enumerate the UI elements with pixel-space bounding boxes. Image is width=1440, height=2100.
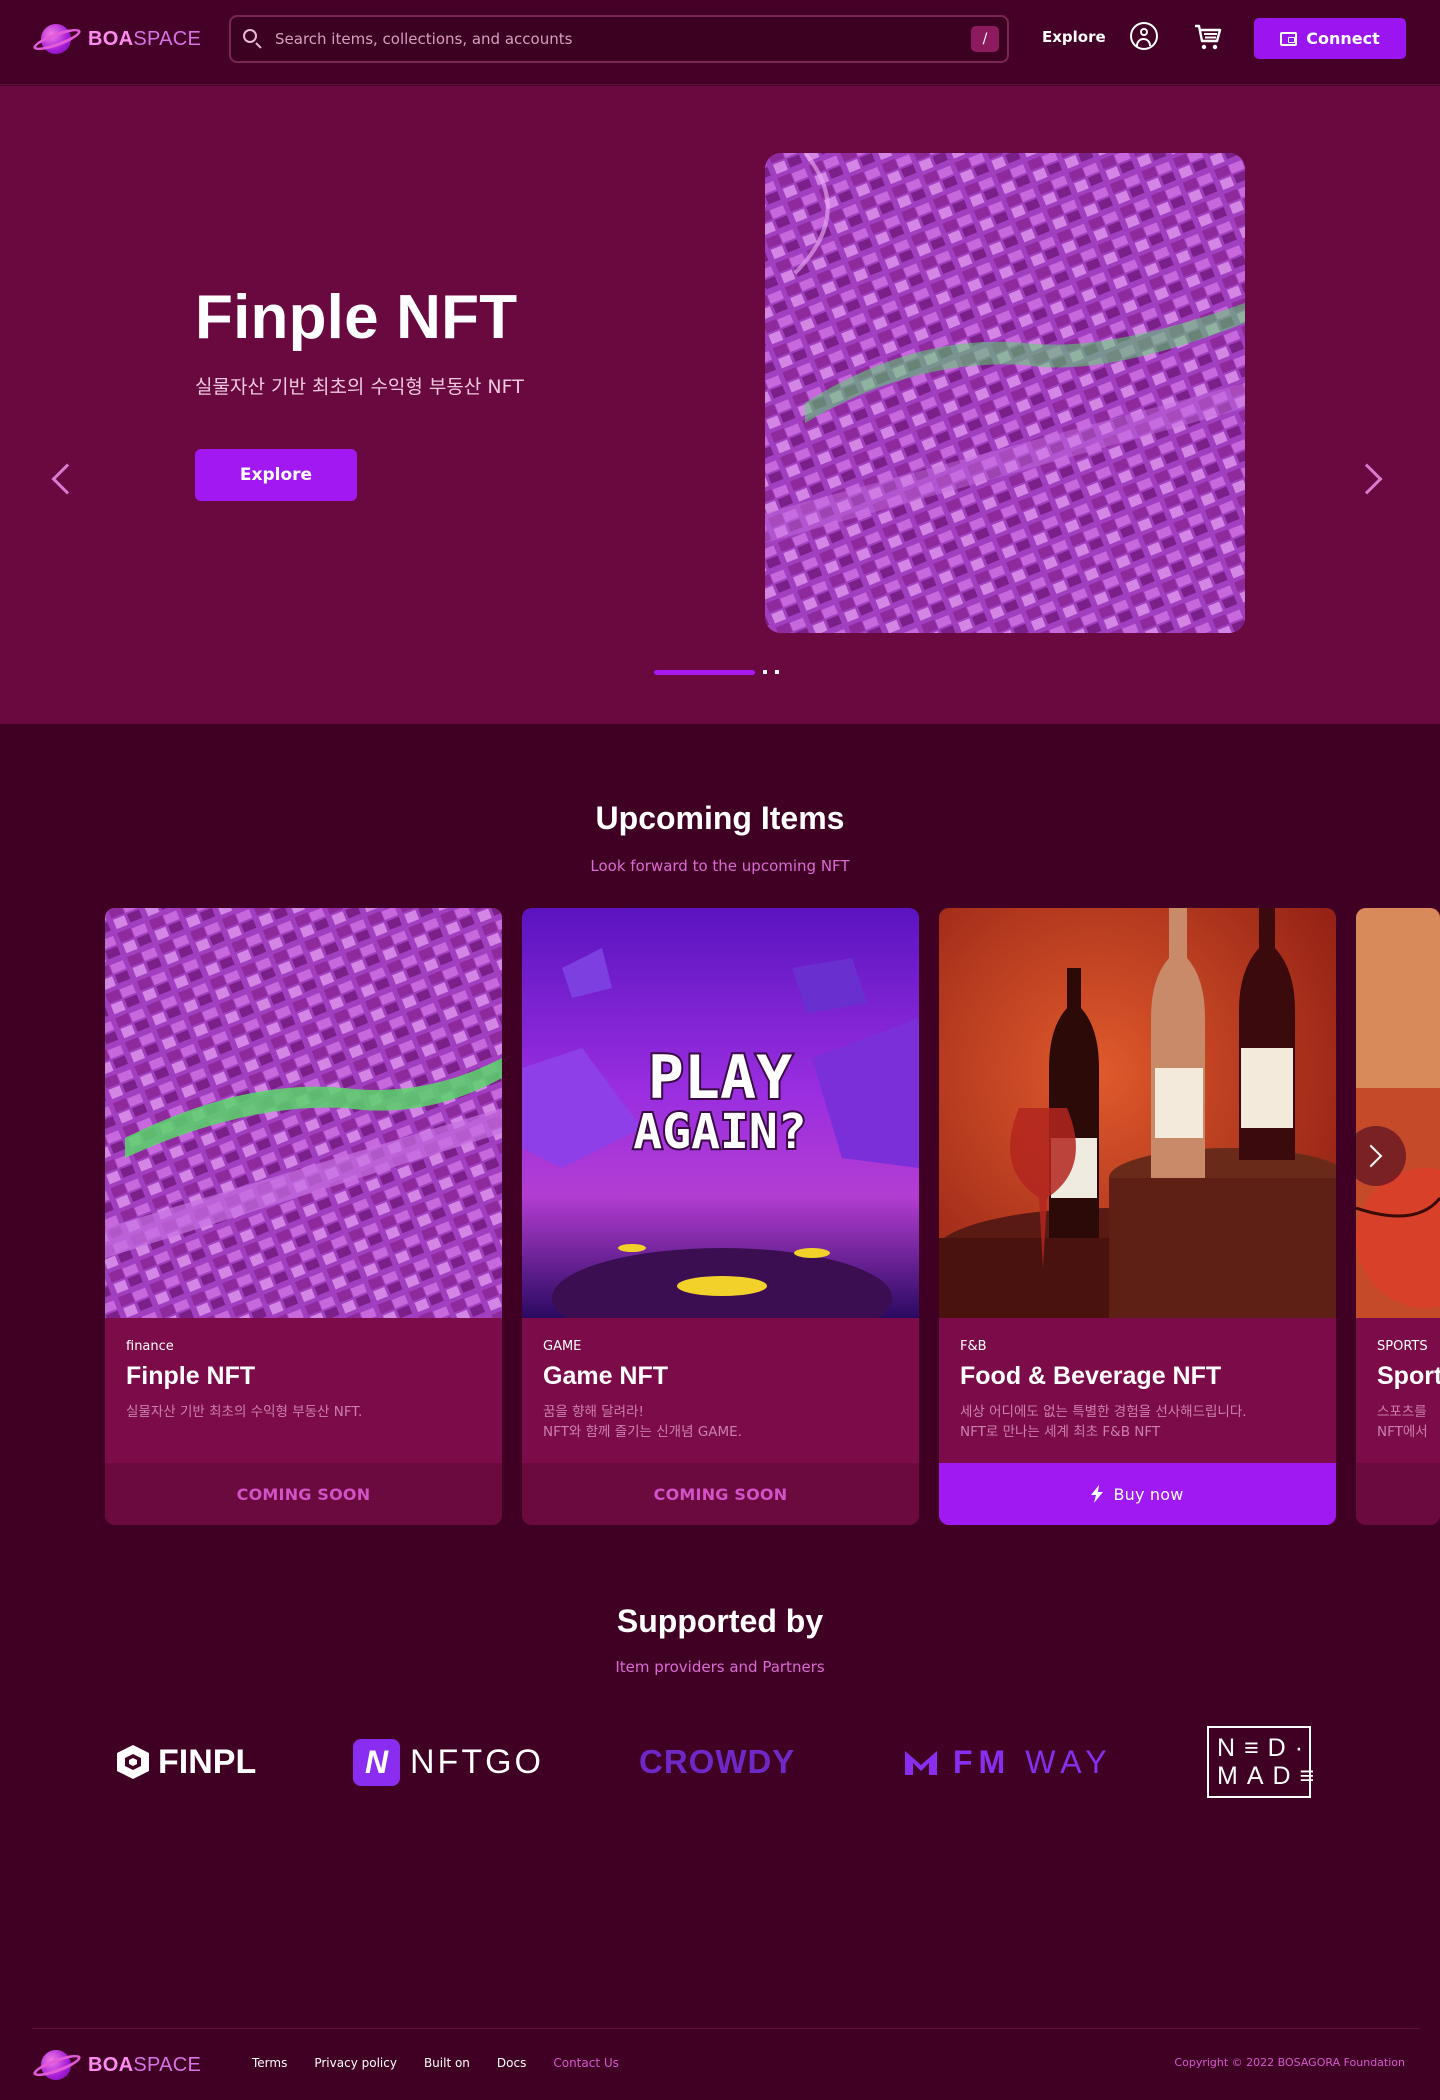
fmway-text-bold: FM xyxy=(953,1743,1012,1780)
footer-link-terms[interactable]: Terms xyxy=(252,2056,287,2070)
buy-now-button[interactable]: Buy now xyxy=(939,1463,1336,1525)
card-category: F&B xyxy=(960,1339,987,1354)
card-desc-line: 스포츠를 xyxy=(1377,1404,1427,1420)
search-input[interactable] xyxy=(275,30,971,48)
pagination-dot[interactable] xyxy=(775,670,779,674)
card-desc-line: 세상 어디에도 없는 특별한 경험을 선사해드립니다. xyxy=(960,1404,1247,1420)
partner-finpl-logo[interactable]: FINPL xyxy=(116,1726,256,1798)
card-title: Finple NFT xyxy=(126,1362,256,1390)
card-desc-line: NFT에서 xyxy=(1377,1424,1428,1440)
search-shortcut-badge: / xyxy=(971,26,999,52)
upcoming-title: Upcoming Items xyxy=(595,800,845,836)
planet-icon xyxy=(31,2047,83,2083)
finpl-cube-icon xyxy=(117,1745,149,1779)
card-category: SPORTS xyxy=(1377,1339,1428,1354)
lightning-icon xyxy=(1091,1485,1104,1503)
hero-pagination xyxy=(654,669,779,675)
pagination-active-bar[interactable] xyxy=(654,669,755,675)
nftgo-text: NFTGO xyxy=(410,1742,544,1781)
footer-boaspace-logo[interactable]: BOA SPACE xyxy=(31,2047,202,2083)
hero-prev-arrow-icon[interactable] xyxy=(51,463,83,495)
footer: BOA SPACE Terms Privacy policy Built on D… xyxy=(0,2028,1440,2100)
supported-subtitle: Item providers and Partners xyxy=(615,1658,825,1676)
coming-soon-button[interactable]: COMING SOON xyxy=(105,1463,502,1525)
nft-card[interactable]: finance Finple NFT 실물자산 기반 최초의 수익형 부동산 N… xyxy=(105,908,502,1525)
card-description: 세상 어디에도 없는 특별한 경험을 선사해드립니다. NFT로 만나는 세계 최… xyxy=(960,1402,1247,1442)
card-art-text: PLAY xyxy=(648,1043,793,1113)
logo-text-bold: BOA xyxy=(88,2053,134,2076)
hero-title: Finple NFT xyxy=(195,283,518,352)
carousel-next-button[interactable] xyxy=(1346,1126,1406,1186)
card-desc-line: NFT로 만나는 세계 최초 F&B NFT xyxy=(960,1424,1161,1440)
footer-link-docs[interactable]: Docs xyxy=(497,2056,526,2070)
footer-link-built-on[interactable]: Built on xyxy=(424,2056,470,2070)
buy-now-label: Buy now xyxy=(1113,1484,1184,1504)
supported-title: Supported by xyxy=(616,1603,824,1639)
hero-next-arrow-icon[interactable] xyxy=(1351,463,1383,495)
hero-subtitle: 실물자산 기반 최초의 수익형 부동산 NFT xyxy=(195,376,524,398)
needmade-line1: N≡D· xyxy=(1217,1734,1313,1762)
card-title: Food & Beverage NFT xyxy=(960,1362,1222,1390)
nftgo-mark-icon: N xyxy=(353,1738,400,1786)
fmway-m-icon xyxy=(905,1751,937,1775)
search-bar[interactable]: / xyxy=(229,15,1009,63)
card-description: 실물자산 기반 최초의 수익형 부동산 NFT. xyxy=(126,1402,362,1422)
wallet-icon xyxy=(1280,31,1298,46)
boaspace-logo[interactable]: BOA SPACE xyxy=(31,21,202,57)
connect-wallet-button[interactable]: Connect xyxy=(1254,18,1406,59)
copyright-text: Copyright © 2022 BOSAGORA Foundation xyxy=(1174,2056,1405,2069)
card-image-sports xyxy=(1356,908,1440,1318)
card-description: 꿈을 향해 달려라! NFT와 함께 즐기는 신개념 GAME. xyxy=(543,1402,742,1442)
nft-card[interactable]: SPORTS Sport 스포츠를 NFT에서 xyxy=(1356,908,1440,1525)
connect-label: Connect xyxy=(1306,29,1380,48)
logo-text-bold: BOA xyxy=(88,27,134,50)
footer-divider xyxy=(32,2028,1420,2029)
hero-explore-button[interactable]: Explore xyxy=(195,449,357,501)
logo-text-light: SPACE xyxy=(133,27,202,50)
footer-links: Terms Privacy policy Built on Docs Conta… xyxy=(252,2056,646,2070)
needmade-line2: MAD≡ xyxy=(1217,1762,1324,1790)
card-footer[interactable] xyxy=(1356,1463,1440,1525)
card-title: Game NFT xyxy=(543,1362,669,1390)
planet-icon xyxy=(31,21,83,57)
partner-nftgo-logo[interactable]: N NFTGO xyxy=(353,1726,544,1798)
card-image-wine xyxy=(939,908,1336,1318)
card-desc-line: 실물자산 기반 최초의 수익형 부동산 NFT. xyxy=(126,1404,363,1420)
logo-text-light: SPACE xyxy=(133,2053,202,2076)
search-icon xyxy=(243,29,263,49)
card-desc-line: NFT와 함께 즐기는 신개념 GAME. xyxy=(543,1424,742,1440)
footer-link-privacy[interactable]: Privacy policy xyxy=(314,2056,397,2070)
pagination-dot[interactable] xyxy=(763,670,767,674)
card-art-text: AGAIN? xyxy=(633,1104,806,1160)
hero-city-image xyxy=(765,153,1245,633)
chevron-right-icon xyxy=(1359,1144,1383,1168)
top-navbar: BOASPACE / Explore Connect xyxy=(0,0,1440,85)
upcoming-subtitle: Look forward to the upcoming NFT xyxy=(590,857,850,875)
nft-card[interactable]: F&B Food & Beverage NFT 세상 어디에도 없는 특별한 경… xyxy=(939,908,1336,1525)
fmway-text-light: WAY xyxy=(1025,1743,1113,1780)
user-account-icon[interactable] xyxy=(1130,22,1158,50)
partner-needmade-logo[interactable]: N≡D· MAD≡ xyxy=(1207,1726,1324,1798)
card-title: Sport xyxy=(1377,1362,1440,1390)
nft-card[interactable]: PLAY AGAIN? GAME Game NFT 꿈을 향해 달려라! NFT와… xyxy=(522,908,919,1525)
card-image-city xyxy=(105,908,502,1318)
coming-soon-button[interactable]: COMING SOON xyxy=(522,1463,919,1525)
card-description: 스포츠를 NFT에서 xyxy=(1377,1402,1428,1442)
card-category: finance xyxy=(126,1339,174,1354)
footer-link-contact[interactable]: Contact Us xyxy=(553,2056,619,2070)
partner-crowdy-logo[interactable]: CROWDY xyxy=(639,1726,795,1798)
partner-logos: FINPL N NFTGO CROWDY FM WAY N≡D· MAD≡ xyxy=(0,1726,1440,1798)
finpl-text: FINPL xyxy=(158,1742,257,1781)
card-category: GAME xyxy=(543,1339,582,1354)
nav-explore-link[interactable]: Explore xyxy=(1042,28,1106,46)
card-image-game: PLAY AGAIN? xyxy=(522,908,919,1318)
hero-banner: Finple NFT 실물자산 기반 최초의 수익형 부동산 NFT Explo… xyxy=(0,86,1440,724)
card-desc-line: 꿈을 향해 달려라! xyxy=(543,1404,644,1420)
partner-fmway-logo[interactable]: FM WAY xyxy=(903,1726,1113,1798)
cart-icon[interactable] xyxy=(1193,22,1223,52)
